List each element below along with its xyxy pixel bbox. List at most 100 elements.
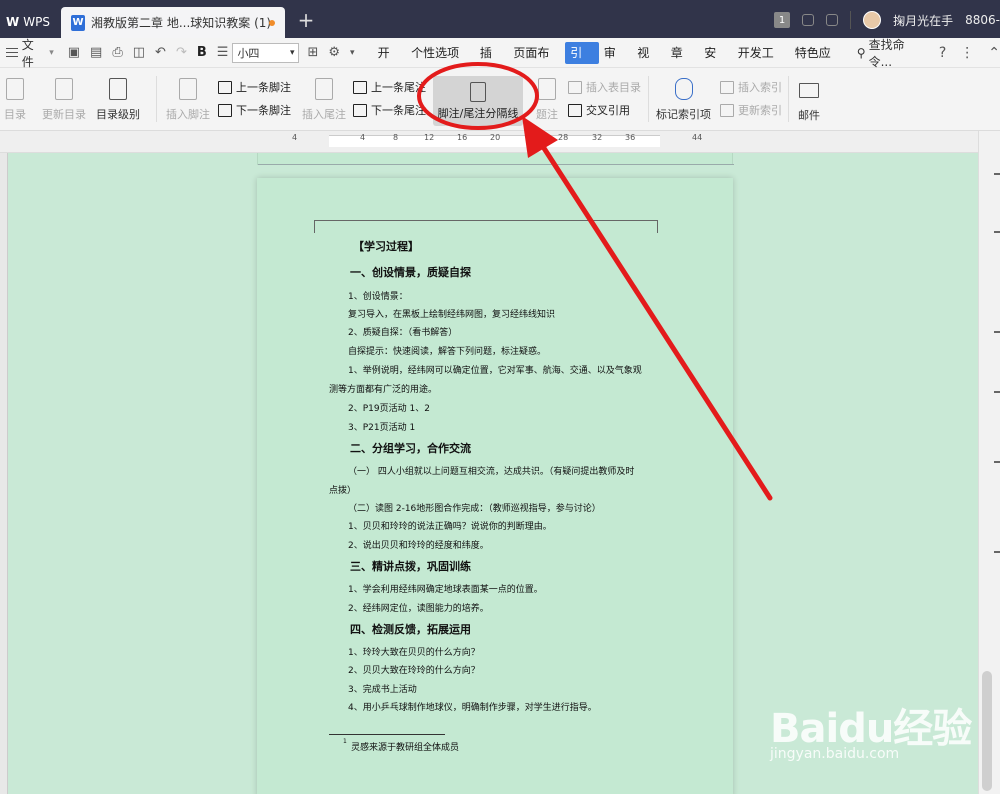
next-footnote-label: 下一条脚注 (236, 104, 291, 117)
skin-icon[interactable] (802, 14, 815, 26)
more-options-icon[interactable]: ⋮ (960, 45, 974, 61)
update-index-icon (720, 103, 734, 117)
title-bar: W WPS W 湘教版第二章 地...球知识教案 (1) + 1 掬月光在手 8… (0, 0, 1000, 38)
insert-table-toc-button[interactable]: 插入表目录 (568, 79, 641, 95)
tab-view[interactable]: 视图 (632, 42, 666, 82)
chevron-down-icon: ▾ (49, 47, 54, 58)
tab-insert[interactable]: 插入 (475, 42, 509, 82)
share-icon[interactable] (826, 14, 839, 26)
window-count-badge[interactable]: 1 (774, 12, 791, 28)
command-search[interactable]: ⚲ 查找命令... (857, 36, 927, 70)
mail-button[interactable]: 邮件 (798, 78, 820, 123)
section-heading: 二、分组学习，合作交流 (350, 442, 471, 455)
text-line: 4、用小乒乓球制作地球仪，明确制作步骤，对学生进行指导。 (348, 703, 597, 713)
export-pdf-icon[interactable]: ▤ (90, 45, 102, 60)
text-line: 1、举例说明，经纬网可以确定位置，它对军事、航海、交通、以及气象观 (348, 366, 642, 376)
collapse-ribbon-icon[interactable]: ⌃ (988, 45, 1000, 61)
document-tab[interactable]: W 湘教版第二章 地...球知识教案 (1) (61, 7, 285, 38)
insert-footnote-icon (179, 78, 197, 100)
tab-references[interactable]: 引用 (565, 41, 599, 82)
horizontal-ruler[interactable]: 4 4 8 12 16 20 28 32 36 44 (0, 131, 988, 153)
tab-chapter[interactable]: 章节 (666, 42, 700, 82)
more-icon[interactable]: ▾ (350, 48, 355, 58)
wps-home-tab[interactable]: W WPS (0, 7, 56, 37)
next-endnote-icon (353, 103, 367, 117)
prev-endnote-button[interactable]: 上一条尾注 (353, 79, 426, 95)
redo-icon[interactable]: ↷ (176, 45, 187, 60)
text-line: 2、经纬网定位，读图能力的培养。 (348, 604, 489, 614)
cross-reference-button[interactable]: 交叉引用 (568, 102, 630, 118)
avatar[interactable] (863, 11, 882, 29)
undo-icon[interactable]: ↶ (155, 45, 166, 60)
footnote-separator-line (329, 734, 445, 735)
align-icon[interactable]: ☰ (217, 45, 229, 60)
save-icon[interactable]: ▣ (68, 45, 80, 60)
tab-review[interactable]: 审阅 (599, 42, 633, 82)
next-endnote-button[interactable]: 下一条尾注 (353, 102, 426, 118)
quick-access-extra: ⊞ ⚙ ▾ (307, 45, 354, 60)
text-line: 点拨） (329, 486, 357, 496)
update-toc-button[interactable]: 更新目录 (42, 78, 86, 122)
help-icon[interactable]: ? (939, 45, 946, 61)
mark-index-label: 标记索引项 (656, 108, 711, 121)
tab-custom[interactable]: 个性选项卡 (406, 42, 475, 82)
next-endnote-label: 下一条尾注 (371, 104, 426, 117)
font-size-value: 小四 (237, 46, 260, 60)
print-icon[interactable]: ⎙ (112, 45, 122, 60)
ruler-tick-label: 28 (558, 133, 569, 142)
text-line: 3、P21页活动 1 (348, 423, 416, 433)
ruler-tick-label: 20 (490, 133, 501, 142)
format-painter-icon[interactable]: ⊞ (307, 45, 318, 60)
update-toc-icon (55, 78, 73, 100)
next-footnote-button[interactable]: 下一条脚注 (218, 102, 291, 118)
insert-footnote-label: 插入脚注 (166, 108, 210, 121)
wps-logo-icon: W (6, 15, 20, 29)
caption-button[interactable]: 题注 (536, 78, 558, 122)
previous-page-bottom (257, 153, 734, 165)
text-line: 1、贝贝和玲玲的说法正确吗？说说你的判断理由。 (348, 522, 552, 532)
tab-home[interactable]: 开始 (373, 42, 407, 82)
ruler-tick-label: 32 (592, 133, 603, 142)
nav-marker (994, 391, 1000, 393)
ruler-tick-label: 16 (457, 133, 468, 142)
insert-footnote-button[interactable]: 插入脚注 (166, 78, 210, 122)
section-heading: 一、创设情景，质疑自探 (350, 266, 471, 279)
print-preview-icon[interactable]: ◫ (133, 45, 145, 60)
settings-icon[interactable]: ⚙ (328, 45, 340, 60)
menu-bar: 文件 ▾ ▣ ▤ ⎙ ◫ ↶ ↷ B ☰ 小四 ▾ ⊞ ⚙ ▾ 开始 个性选项卡… (0, 36, 1000, 82)
document-page[interactable]: 【学习过程】 一、创设情景，质疑自探 1、创设情景： 复习导入，在黑板上绘制经纬… (257, 178, 733, 794)
tab-developer[interactable]: 开发工具 (733, 42, 790, 82)
baidu-jingyan-watermark: Baidu经验 jingyan.baidu.com (770, 688, 990, 788)
toc-level-button[interactable]: 目录级别 (96, 78, 140, 122)
bold-icon[interactable]: B (197, 45, 207, 60)
prev-footnote-button[interactable]: 上一条脚注 (218, 79, 291, 95)
update-index-label: 更新索引 (738, 104, 782, 117)
footnote-mark: 1 (343, 738, 347, 745)
new-tab-button[interactable]: + (296, 8, 316, 32)
text-line: 2、P19页活动 1、2 (348, 404, 430, 414)
text-line: 自探提示：快速阅读，解答下列问题，标注疑惑。 (348, 347, 547, 357)
ribbon-separator (648, 76, 649, 122)
document-title: 【学习过程】 (353, 240, 419, 253)
footnote-separator-button[interactable]: 脚注/尾注分隔线 (433, 76, 523, 126)
chevron-down-icon: ▾ (289, 47, 295, 58)
font-size-select[interactable]: 小四 ▾ (232, 42, 300, 63)
command-search-label: 查找命令... (868, 37, 905, 69)
insert-endnote-button[interactable]: 插入尾注 (302, 78, 346, 122)
mark-index-button[interactable]: 标记索引项 (656, 78, 711, 122)
unsaved-dot-icon (269, 20, 275, 26)
file-menu[interactable]: 文件 ▾ (0, 38, 60, 69)
user-name[interactable]: 掬月光在手 (893, 12, 953, 29)
update-index-button[interactable]: 更新索引 (720, 102, 782, 118)
footnote-separator-label: 脚注/尾注分隔线 (437, 107, 519, 120)
tab-features[interactable]: 特色应用 (790, 42, 847, 82)
footnote-text[interactable]: 灵感来源于教研组全体成员 (351, 740, 459, 753)
tab-page-layout[interactable]: 页面布局 (508, 42, 565, 82)
tab-security[interactable]: 安全 (699, 42, 733, 82)
cross-reference-icon (568, 103, 582, 117)
toc-button[interactable]: 目录 (4, 78, 26, 122)
toc-level-label: 目录级别 (96, 108, 140, 121)
writer-doc-icon: W (71, 14, 85, 31)
update-toc-label: 更新目录 (42, 108, 86, 121)
insert-index-button[interactable]: 插入索引 (720, 79, 782, 95)
